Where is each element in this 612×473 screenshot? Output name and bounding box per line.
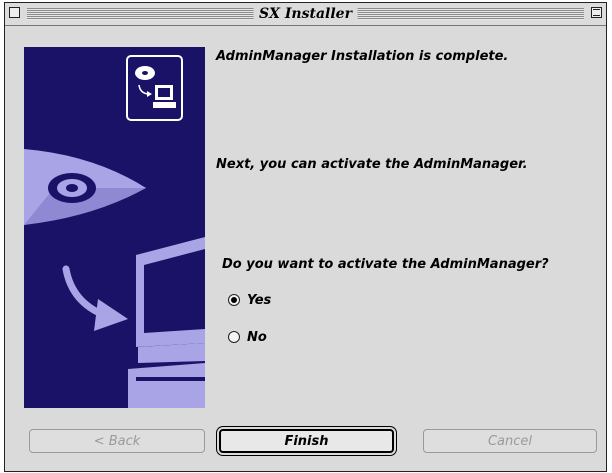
illustration-graphic (24, 55, 205, 408)
cd-disc-icon (24, 149, 146, 225)
radio-yes-button[interactable] (228, 294, 240, 306)
installer-illustration (24, 47, 205, 408)
radio-no-button[interactable] (228, 331, 240, 343)
title-bar[interactable]: SX Installer (5, 3, 606, 26)
zoom-box-icon[interactable] (591, 7, 602, 18)
back-button[interactable]: < Back (29, 429, 205, 453)
radio-option-yes[interactable]: Yes (228, 291, 271, 309)
radio-yes-label: Yes (247, 292, 272, 308)
window-title: SX Installer (253, 5, 358, 23)
next-step-message: Next, you can activate the AdminManager. (216, 157, 528, 172)
cancel-button[interactable]: Cancel (423, 429, 597, 453)
activation-question: Do you want to activate the AdminManager… (222, 257, 549, 272)
installer-icon (126, 55, 183, 121)
arrow-icon (62, 265, 128, 331)
computer-icon (128, 237, 205, 408)
close-box-icon[interactable] (9, 7, 20, 18)
completion-message: AdminManager Installation is complete. (216, 49, 509, 64)
radio-no-label: No (247, 329, 267, 345)
radio-option-no[interactable]: No (228, 328, 267, 346)
finish-button[interactable]: Finish (219, 429, 394, 453)
